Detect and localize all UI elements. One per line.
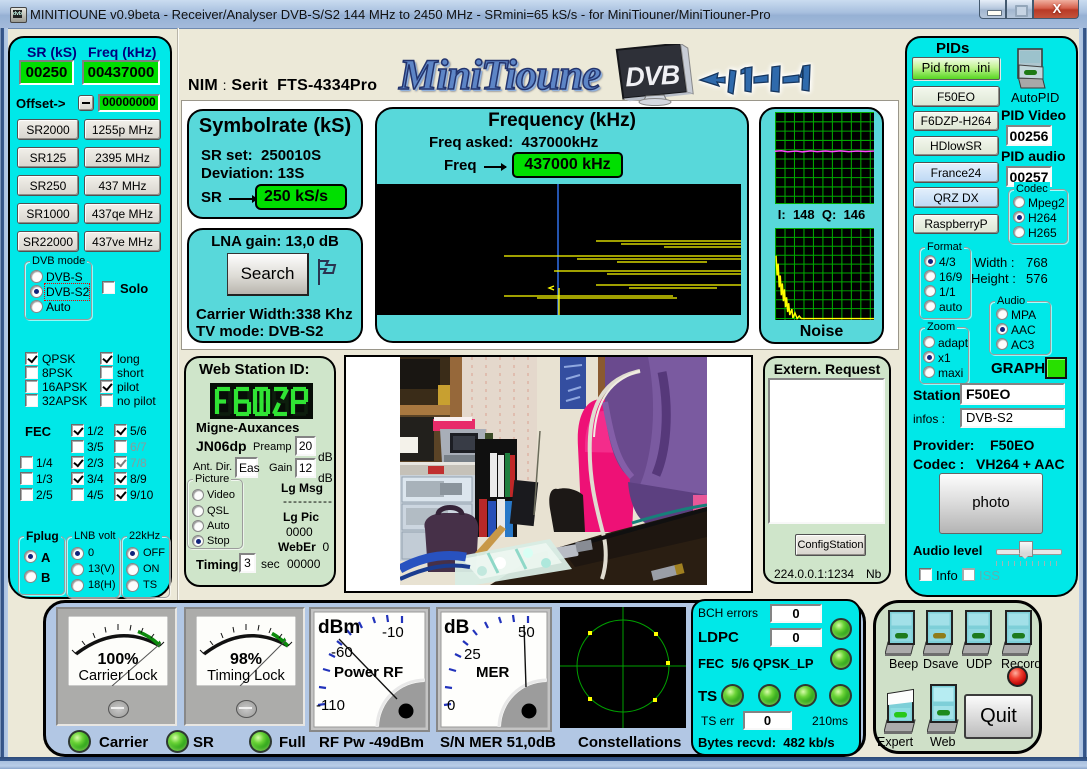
- svg-text:-110: -110: [316, 697, 345, 714]
- svg-text:DVB: DVB: [624, 60, 680, 93]
- svg-text:98%: 98%: [230, 651, 262, 668]
- svg-text:100%: 100%: [98, 651, 139, 668]
- svg-text:50: 50: [518, 624, 535, 641]
- svg-text:dB: dB: [444, 617, 469, 638]
- svg-text:MER: MER: [476, 664, 510, 681]
- svg-text:Power RF: Power RF: [334, 664, 403, 681]
- svg-text:-60: -60: [331, 644, 353, 661]
- svg-text:Carrier Lock: Carrier Lock: [79, 668, 159, 684]
- svg-text:Timing Lock: Timing Lock: [207, 668, 285, 684]
- svg-text:25: 25: [464, 646, 481, 663]
- svg-text:dBm: dBm: [318, 617, 360, 638]
- svg-text:0: 0: [447, 697, 455, 714]
- svg-text:-10: -10: [382, 624, 404, 641]
